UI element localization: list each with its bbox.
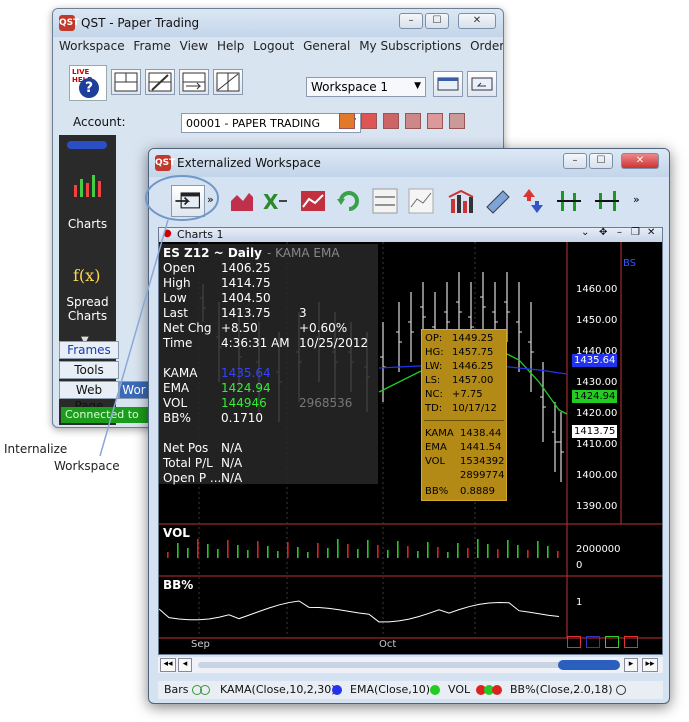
callout-ellipse xyxy=(145,175,219,221)
callout-line xyxy=(99,219,169,457)
callout-line-2: Workspace xyxy=(54,459,120,473)
callout-text: Internalize Workspace xyxy=(4,441,120,475)
callout-layer xyxy=(99,175,219,457)
callout-line-1: Internalize xyxy=(4,442,68,456)
